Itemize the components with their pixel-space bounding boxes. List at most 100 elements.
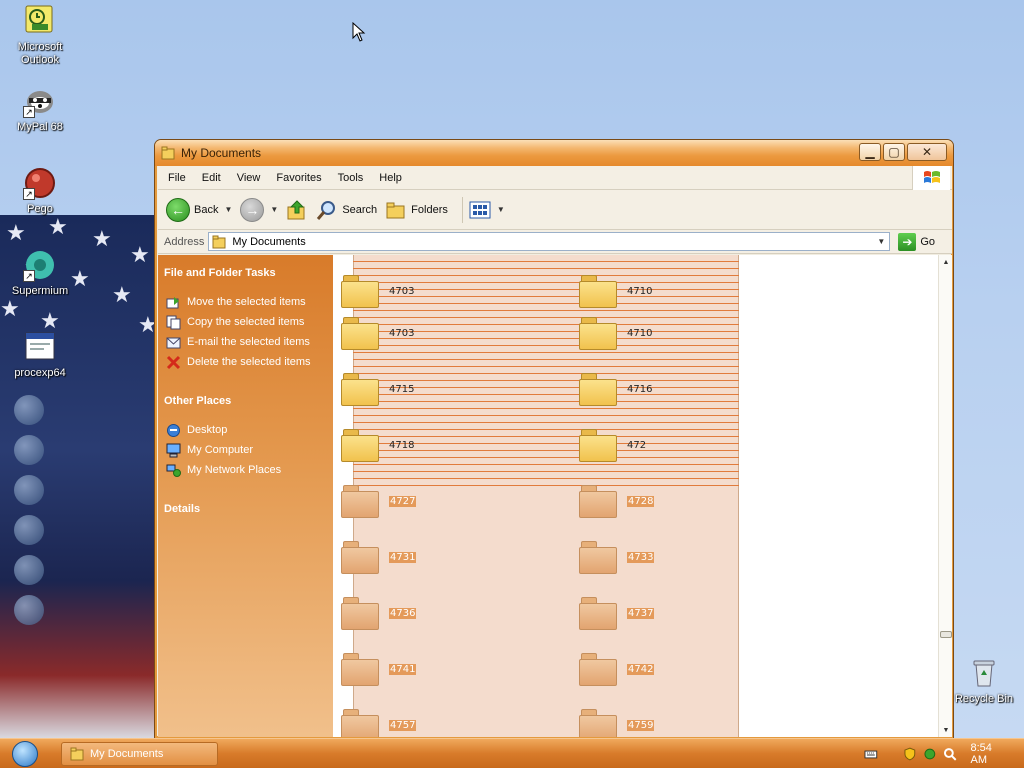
email-selected-items-label: E-mail the selected items — [187, 336, 310, 348]
folder-item[interactable]: 4731 — [341, 537, 571, 577]
go-arrow-icon: ➔ — [898, 232, 917, 251]
folder-item[interactable]: 4733 — [579, 537, 809, 577]
folder-item[interactable]: 4710 — [579, 313, 809, 353]
email-selected-items-link[interactable]: E-mail the selected items — [164, 332, 333, 352]
security-shield-icon[interactable] — [903, 747, 917, 761]
menu-favorites[interactable]: Favorites — [268, 166, 329, 190]
desktop-icon-outlook[interactable]: Microsoft Outlook — [2, 4, 78, 67]
views-dropdown-icon[interactable]: ▼ — [497, 205, 505, 214]
folder-icon — [579, 427, 619, 463]
folder-icon — [579, 651, 619, 687]
minimize-button[interactable]: ▁ — [859, 143, 881, 161]
address-value: My Documents — [232, 235, 306, 248]
folder-name: 4737 — [627, 607, 655, 619]
folder-icon — [341, 595, 381, 631]
go-button[interactable]: ➔ Go — [898, 232, 935, 251]
desktop-icon-recycle-bin[interactable]: Recycle Bin — [946, 656, 1022, 706]
clock[interactable]: 8:54 AM — [971, 742, 1011, 766]
shortcut-arrow-icon: ↗ — [23, 106, 35, 118]
taskbar: My Documents 8:54 AM — [0, 738, 1024, 768]
address-input[interactable]: My Documents ▼ — [208, 232, 891, 251]
my-computer-label: My Computer — [187, 444, 254, 456]
folder-name: 472 — [627, 439, 647, 451]
scroll-up-icon[interactable]: ▲ — [939, 255, 953, 269]
folder-icon — [579, 371, 619, 407]
desktop-icon-label: Microsoft Outlook — [17, 41, 63, 66]
folder-name: 4703 — [389, 285, 415, 297]
menu-edit[interactable]: Edit — [194, 166, 229, 190]
back-dropdown-icon[interactable]: ▼ — [224, 205, 232, 214]
desktop-icon-pego[interactable]: ↗ Pego — [2, 166, 78, 216]
desktop-icon-label: Pego — [27, 203, 53, 215]
folder-item[interactable]: 4741 — [341, 649, 571, 689]
folder-icon — [341, 315, 381, 351]
back-button[interactable]: ← Back ▼ — [166, 197, 232, 222]
menu-file[interactable]: File — [158, 166, 194, 190]
desktop-label: Desktop — [187, 424, 228, 436]
menu-view[interactable]: View — [229, 166, 269, 190]
details-title[interactable]: Details — [164, 503, 333, 515]
folder-icon — [161, 146, 175, 160]
folder-item[interactable]: 4718 — [341, 425, 571, 465]
network-tray-icon[interactable] — [923, 747, 937, 761]
folder-item[interactable]: 4759 — [579, 705, 809, 737]
forward-button[interactable]: → ▼ — [240, 197, 278, 222]
folder-item[interactable]: 4715 — [341, 369, 571, 409]
folder-item[interactable]: 4727 — [341, 481, 571, 521]
close-button[interactable]: ✕ — [907, 143, 947, 161]
delete-selected-items-link[interactable]: Delete the selected items — [164, 352, 333, 372]
folders-button[interactable]: Folders — [385, 199, 448, 221]
folder-item[interactable]: 472 — [579, 425, 809, 465]
title-bar[interactable]: My Documents ▁ ▢ ✕ — [155, 140, 953, 166]
views-button[interactable]: ▼ — [469, 201, 505, 219]
folder-icon — [341, 707, 381, 737]
explorer-window: My Documents ▁ ▢ ✕ File Edit View Favori… — [154, 139, 954, 739]
scroll-down-icon[interactable]: ▼ — [939, 723, 953, 737]
address-label: Address — [164, 235, 205, 248]
folder-item[interactable]: 4728 — [579, 481, 809, 521]
folder-item[interactable]: 4703 — [341, 271, 571, 311]
maximize-button[interactable]: ▢ — [883, 143, 905, 161]
folder-name: 4731 — [389, 551, 417, 563]
copy-selected-items-link[interactable]: Copy the selected items — [164, 312, 333, 332]
windows-orb-icon — [12, 741, 38, 767]
vertical-scrollbar[interactable]: ▲ ▼ — [938, 255, 952, 737]
desktop-icon-supermium[interactable]: ↗ Supermium — [2, 248, 78, 298]
desktop-link[interactable]: Desktop — [164, 420, 333, 440]
start-button[interactable] — [8, 741, 42, 767]
folder-item[interactable]: 4736 — [341, 593, 571, 633]
desktop-icon-mypal[interactable]: ↗ MyPal 68 — [2, 84, 78, 134]
folder-item[interactable]: 4716 — [579, 369, 809, 409]
move-selected-items-link[interactable]: Move the selected items — [164, 292, 333, 312]
network-icon — [166, 464, 181, 477]
keyboard-icon[interactable] — [864, 747, 878, 761]
other-places-title[interactable]: Other Places — [164, 395, 333, 407]
file-folder-tasks-title[interactable]: File and Folder Tasks — [164, 267, 333, 279]
search-button[interactable]: Search — [316, 199, 377, 221]
menu-tools[interactable]: Tools — [330, 166, 372, 190]
wallpaper-star: ★ — [92, 227, 112, 252]
menu-help[interactable]: Help — [371, 166, 410, 190]
forward-dropdown-icon[interactable]: ▼ — [270, 205, 278, 214]
delete-selected-items-label: Delete the selected items — [187, 356, 311, 368]
mypal-icon: ↗ — [23, 84, 57, 118]
copy-selected-items-label: Copy the selected items — [187, 316, 305, 328]
scroll-thumb[interactable] — [940, 631, 952, 638]
task-pane: File and Folder Tasks Move the selected … — [158, 255, 333, 737]
my-computer-link[interactable]: My Computer — [164, 440, 333, 460]
my-network-places-link[interactable]: My Network Places — [164, 460, 333, 480]
folder-item[interactable]: 4757 — [341, 705, 571, 737]
folder-item[interactable]: 4742 — [579, 649, 809, 689]
taskbar-button-my-documents[interactable]: My Documents — [61, 742, 218, 766]
folder-name: 4742 — [627, 663, 655, 675]
address-dropdown-icon[interactable]: ▼ — [873, 233, 889, 250]
file-list-area[interactable]: 4703 4710 4703 4710 4715 4716 4718 472 4… — [333, 255, 938, 737]
search-icon — [317, 200, 336, 220]
desktop-icon-procexp64[interactable]: procexp64 — [2, 330, 78, 380]
folder-item[interactable]: 4710 — [579, 271, 809, 311]
search-tray-icon[interactable] — [943, 747, 957, 761]
up-button[interactable] — [286, 199, 308, 221]
folder-item[interactable]: 4737 — [579, 593, 809, 633]
back-arrow-icon: ← — [166, 197, 190, 222]
folder-item[interactable]: 4703 — [341, 313, 571, 353]
